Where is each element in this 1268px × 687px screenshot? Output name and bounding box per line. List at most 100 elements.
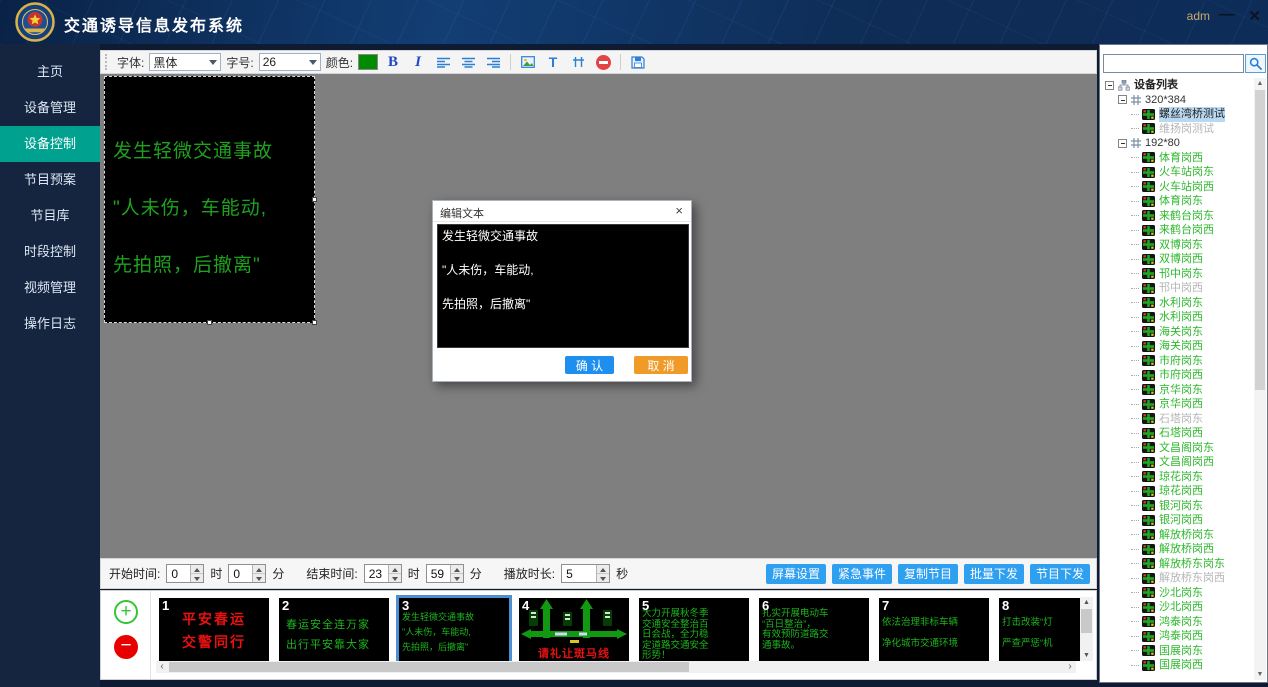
spin-up-icon[interactable] bbox=[253, 565, 265, 574]
tree-device[interactable]: 沙北岗西 bbox=[1102, 600, 1254, 615]
tree-device[interactable]: 文昌阁岗西 bbox=[1102, 455, 1254, 470]
tree-device[interactable]: 双博岗西 bbox=[1102, 252, 1254, 267]
device-label[interactable]: 体育岗东 bbox=[1159, 194, 1203, 209]
tree-device[interactable]: 体育岗西 bbox=[1102, 151, 1254, 166]
playlist-item-2[interactable]: 2春运安全连万家出行平安靠大家 bbox=[279, 598, 389, 661]
remove-program-button[interactable]: − bbox=[114, 635, 138, 659]
dialog-text-input[interactable] bbox=[437, 224, 689, 348]
sidebar-item-op-log[interactable]: 操作日志 bbox=[0, 306, 100, 342]
close-button[interactable]: ✕ bbox=[1248, 7, 1261, 25]
playlist-item-4[interactable]: 4请礼让斑马线 bbox=[519, 598, 629, 661]
tree-device[interactable]: 市府岗东 bbox=[1102, 354, 1254, 369]
sidebar-item-program-lib[interactable]: 节目库 bbox=[0, 198, 100, 234]
cancel-button[interactable]: 取 消 bbox=[634, 356, 688, 374]
tree-device[interactable]: 解放桥东岗西 bbox=[1102, 571, 1254, 586]
device-label[interactable]: 银河岗东 bbox=[1159, 499, 1203, 514]
playlist-vertical-scrollbar[interactable]: ▲ ▼ bbox=[1080, 597, 1093, 661]
tree-device[interactable]: 螺丝湾桥测试 bbox=[1102, 107, 1254, 122]
end-hour-value[interactable]: 23 bbox=[365, 565, 388, 582]
collapse-icon[interactable] bbox=[1118, 139, 1127, 148]
align-left-button[interactable] bbox=[433, 52, 453, 72]
spin-up-icon[interactable] bbox=[597, 565, 609, 574]
device-label[interactable]: 体育岗西 bbox=[1159, 151, 1203, 166]
tree-device[interactable]: 海关岗西 bbox=[1102, 339, 1254, 354]
tree-device[interactable]: 京华岗东 bbox=[1102, 383, 1254, 398]
device-label[interactable]: 维扬岗测试 bbox=[1159, 122, 1214, 137]
duration-stepper[interactable]: 5 bbox=[561, 564, 610, 583]
spin-up-icon[interactable] bbox=[389, 565, 401, 574]
dialog-titlebar[interactable]: 编辑文本 × bbox=[433, 201, 691, 222]
scrollbar-thumb[interactable] bbox=[169, 662, 689, 672]
scrollbar-thumb[interactable] bbox=[1081, 609, 1092, 633]
playlist-item-6[interactable]: 6扎实开展电动车“百日整治”，有效预防道路交通事故。 bbox=[759, 598, 869, 661]
device-label[interactable]: 京华岗东 bbox=[1159, 383, 1203, 398]
align-center-button[interactable] bbox=[458, 52, 478, 72]
device-label[interactable]: 银河岗西 bbox=[1159, 513, 1203, 528]
tree-device[interactable]: 解放桥岗西 bbox=[1102, 542, 1254, 557]
tree-device[interactable]: 银河岗东 bbox=[1102, 499, 1254, 514]
device-tree-scrollbar[interactable]: ▲ ▼ bbox=[1254, 78, 1266, 680]
tree-device[interactable]: 国展岗西 bbox=[1102, 658, 1254, 673]
start-hour-value[interactable]: 0 bbox=[167, 565, 190, 582]
led-preview[interactable]: 发生轻微交通事故"人未伤，车能动,先拍照，后撤离" bbox=[104, 76, 315, 323]
playlist-item-7[interactable]: 7依法治理非标车辆净化城市交通环境 bbox=[879, 598, 989, 661]
tree-device[interactable]: 解放桥岗东 bbox=[1102, 528, 1254, 543]
tree-device[interactable]: 琼花岗西 bbox=[1102, 484, 1254, 499]
device-label[interactable]: 解放桥岗西 bbox=[1159, 542, 1214, 557]
toolbar-grip-handle[interactable] bbox=[105, 54, 110, 70]
device-label[interactable]: 邗中岗西 bbox=[1159, 281, 1203, 296]
device-label[interactable]: 文昌阁岗西 bbox=[1159, 455, 1214, 470]
device-label[interactable]: 国展岗东 bbox=[1159, 644, 1203, 659]
device-label[interactable]: 鸿泰岗东 bbox=[1159, 615, 1203, 630]
font-size-select[interactable]: 26 bbox=[259, 53, 321, 71]
tree-device[interactable]: 京华岗西 bbox=[1102, 397, 1254, 412]
resize-handle-corner[interactable] bbox=[312, 320, 317, 325]
playlist-item-3[interactable]: 3发生轻微交通事故"人未伤，车能动,先拍照，后撤离" bbox=[399, 598, 509, 661]
emergency-event-button[interactable]: 紧急事件 bbox=[832, 564, 892, 584]
device-label[interactable]: 火车站岗东 bbox=[1159, 165, 1214, 180]
device-label[interactable]: 海关岗东 bbox=[1159, 325, 1203, 340]
device-label[interactable]: 水利岗西 bbox=[1159, 310, 1203, 325]
tree-device[interactable]: 银河岗西 bbox=[1102, 513, 1254, 528]
device-label[interactable]: 市府岗东 bbox=[1159, 354, 1203, 369]
tree-device[interactable]: 维扬岗测试 bbox=[1102, 122, 1254, 137]
tree-device[interactable]: 鸿泰岗东 bbox=[1102, 615, 1254, 630]
user-name[interactable]: adm bbox=[1187, 9, 1210, 23]
tree-group[interactable]: 320*384 bbox=[1102, 93, 1254, 108]
dialog-close-icon[interactable]: × bbox=[675, 203, 683, 218]
sidebar-item-home[interactable]: 主页 bbox=[0, 54, 100, 90]
screen-settings-button[interactable]: 屏幕设置 bbox=[766, 564, 826, 584]
device-label[interactable]: 鸿泰岗西 bbox=[1159, 629, 1203, 644]
device-search-input[interactable] bbox=[1103, 54, 1244, 73]
tree-device[interactable]: 水利岗西 bbox=[1102, 310, 1254, 325]
device-label[interactable]: 海关岗西 bbox=[1159, 339, 1203, 354]
device-label[interactable]: 双博岗东 bbox=[1159, 238, 1203, 253]
device-label[interactable]: 解放桥东岗东 bbox=[1159, 557, 1225, 572]
delete-button[interactable] bbox=[593, 52, 613, 72]
spin-down-icon[interactable] bbox=[389, 574, 401, 582]
tree-group[interactable]: 192*80 bbox=[1102, 136, 1254, 151]
duration-value[interactable]: 5 bbox=[562, 565, 596, 582]
tree-root[interactable]: 设备列表 bbox=[1102, 78, 1254, 93]
device-label[interactable]: 来鹤台岗西 bbox=[1159, 223, 1214, 238]
confirm-button[interactable]: 确 认 bbox=[565, 356, 614, 374]
save-button[interactable] bbox=[628, 52, 648, 72]
start-minute-value[interactable]: 0 bbox=[229, 565, 252, 582]
bold-button[interactable]: B bbox=[383, 52, 403, 72]
end-minute-value[interactable]: 59 bbox=[427, 565, 450, 582]
tree-device[interactable]: 双博岗东 bbox=[1102, 238, 1254, 253]
scroll-right-icon[interactable]: › bbox=[1064, 661, 1076, 673]
device-label[interactable]: 螺丝湾桥测试 bbox=[1159, 107, 1225, 122]
spin-up-icon[interactable] bbox=[451, 565, 463, 574]
device-label[interactable]: 水利岗东 bbox=[1159, 296, 1203, 311]
tree-device[interactable]: 火车站岗东 bbox=[1102, 165, 1254, 180]
sidebar-item-device-mgmt[interactable]: 设备管理 bbox=[0, 90, 100, 126]
sidebar-item-device-ctrl[interactable]: 设备控制 bbox=[0, 126, 100, 162]
spin-up-icon[interactable] bbox=[191, 565, 203, 574]
scroll-down-icon[interactable]: ▼ bbox=[1254, 669, 1266, 680]
insert-text-button[interactable]: T bbox=[543, 52, 563, 72]
columns-button[interactable] bbox=[568, 52, 588, 72]
start-hour-stepper[interactable]: 0 bbox=[166, 564, 204, 583]
spin-down-icon[interactable] bbox=[451, 574, 463, 582]
collapse-icon[interactable] bbox=[1118, 95, 1127, 104]
